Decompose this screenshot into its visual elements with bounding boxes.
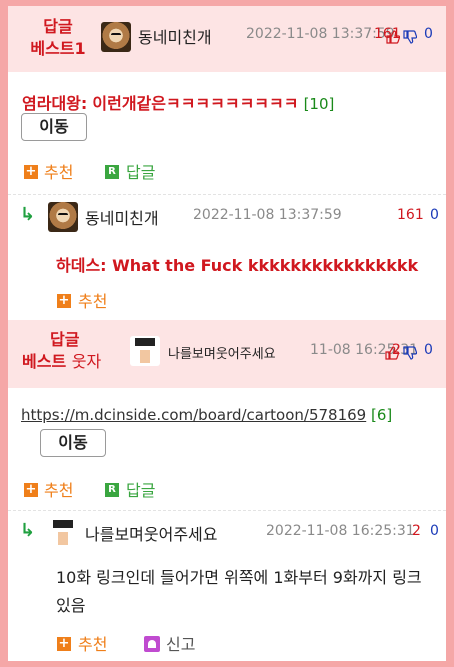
best-2-nickname[interactable]: 나를보며웃어주세요	[168, 343, 276, 362]
comment-2-reply-count: [6]	[371, 406, 393, 424]
thumbs-down-icon[interactable]	[403, 29, 418, 44]
best-tag-1-line2: 베스트1	[30, 39, 86, 58]
avatar[interactable]	[48, 202, 78, 232]
avatar[interactable]	[130, 336, 160, 366]
report-icon	[144, 636, 160, 652]
best-tag-2-line1: 답글	[50, 330, 80, 349]
reply-2-downvotes: 0	[430, 523, 439, 539]
best-tag-2: 답글 베스트 웃자	[18, 329, 128, 373]
reply-2-upvotes: 2	[412, 523, 421, 539]
reply-arrow-icon: ↳	[20, 204, 36, 225]
comment-frame: 답글 베스트1 동네미친개 2022-11-08 13:37:59 161 0 …	[8, 6, 446, 661]
plus-icon: +	[57, 636, 71, 651]
best-tag-1: 답글 베스트1	[18, 16, 98, 60]
plus-icon: +	[57, 293, 71, 308]
best-tag-2-gallery: 웃자	[71, 352, 102, 371]
reply-2-text: 10화 링크인데 들어가면 위쪽에 1화부터 9화까지 링크 있음	[56, 568, 422, 615]
reply-2-nickname[interactable]: 나를보며웃어주세요	[85, 521, 217, 545]
comment-1-text: 이런개같은ㅋㅋㅋㅋㅋㅋㅋㅋㅋ	[92, 94, 299, 113]
plus-icon: +	[24, 164, 38, 179]
recommend-button[interactable]: 추천	[44, 477, 73, 501]
recommend-button[interactable]: 추천	[78, 631, 107, 655]
reply-1-quote: 하데스: What the Fuck kkkkkkkkkkkkkkkk	[56, 256, 419, 275]
comment-1-line: 염라대왕: 이런개같은ㅋㅋㅋㅋㅋㅋㅋㅋㅋ [10]	[22, 90, 334, 114]
report-button[interactable]: 신고	[166, 631, 195, 655]
reply-icon: R	[105, 165, 119, 179]
thumbs-down-icon[interactable]	[403, 345, 418, 360]
reply-button[interactable]: 답글	[126, 477, 155, 501]
best-1-date: 2022-11-08 13:37:59	[246, 26, 395, 42]
avatar[interactable]	[48, 518, 78, 548]
divider	[8, 194, 446, 195]
avatar[interactable]	[101, 22, 131, 52]
reply-1-nickname[interactable]: 동네미친개	[85, 205, 159, 229]
comment-1-reply-count: [10]	[303, 95, 335, 113]
best-tag-2-line2: 베스트	[22, 352, 67, 371]
reply-arrow-icon: ↳	[20, 520, 36, 541]
move-button[interactable]: 이동	[21, 113, 87, 141]
thumbs-up-icon[interactable]	[385, 345, 400, 360]
recommend-button[interactable]: 추천	[44, 159, 73, 183]
comment-1-author[interactable]: 염라대왕:	[22, 94, 87, 113]
best-1-nickname[interactable]: 동네미친개	[138, 24, 212, 48]
reply-2-date: 2022-11-08 16:25:31	[266, 523, 415, 539]
reply-1-downvotes: 0	[430, 207, 439, 223]
reply-1-date: 2022-11-08 13:37:59	[193, 207, 342, 223]
plus-icon: +	[24, 482, 38, 497]
best-2-downvotes: 0	[424, 342, 433, 358]
move-button[interactable]: 이동	[40, 429, 106, 457]
comment-2-line: https://m.dcinside.com/board/cartoon/578…	[21, 406, 392, 424]
comment-2-link[interactable]: https://m.dcinside.com/board/cartoon/578…	[21, 406, 366, 424]
best-2-date: 11-08 16:25:31	[310, 342, 419, 358]
divider	[8, 510, 446, 511]
thumbs-up-icon[interactable]	[386, 29, 401, 44]
reply-icon: R	[105, 483, 119, 497]
reply-1-upvotes: 161	[397, 207, 424, 223]
best-1-downvotes: 0	[424, 26, 433, 42]
recommend-button[interactable]: 추천	[78, 288, 107, 312]
best-tag-1-line1: 답글	[43, 17, 73, 36]
reply-button[interactable]: 답글	[126, 159, 155, 183]
